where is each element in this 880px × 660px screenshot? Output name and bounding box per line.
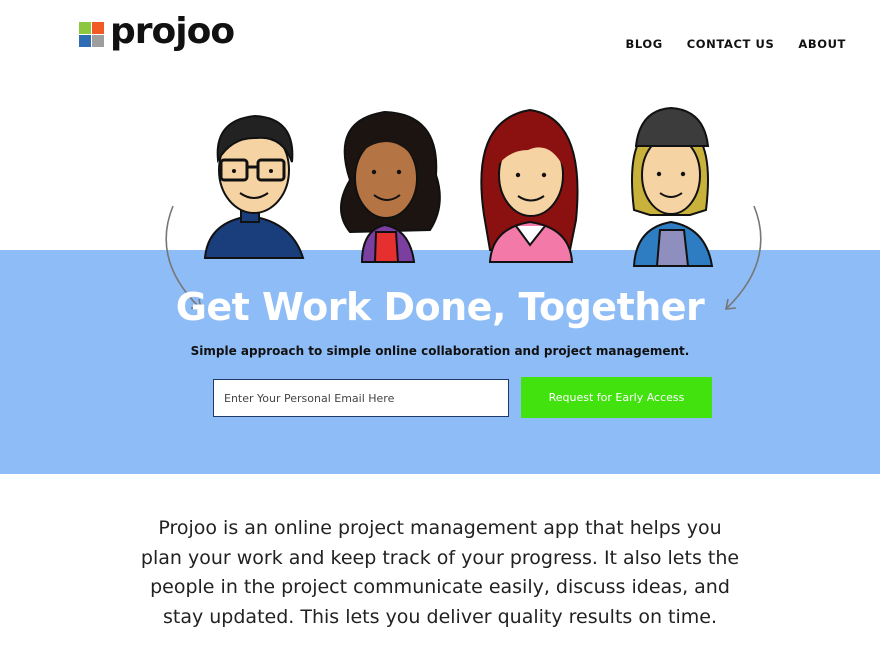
main-nav: BLOG CONTACT US ABOUT — [625, 37, 846, 51]
hero-subtitle: Simple approach to simple online collabo… — [190, 344, 690, 358]
logo-mark-icon — [79, 22, 105, 48]
site-header: projoo BLOG CONTACT US ABOUT — [0, 0, 880, 80]
person-red-hair-illustration — [480, 108, 579, 263]
person-curly-hair-illustration — [340, 110, 441, 263]
person-beanie-illustration — [631, 106, 714, 267]
about-description: Projoo is an online project management a… — [140, 517, 740, 628]
logo[interactable]: projoo — [79, 11, 235, 52]
request-early-access-button[interactable]: Request for Early Access — [521, 377, 712, 418]
nav-contact-us[interactable]: CONTACT US — [687, 37, 775, 51]
person-glasses-illustration — [203, 114, 305, 259]
email-input[interactable] — [213, 379, 509, 417]
hero-title: Get Work Done, Together — [175, 285, 705, 329]
nav-about[interactable]: ABOUT — [798, 37, 846, 51]
nav-blog[interactable]: BLOG — [625, 37, 662, 51]
logo-text: projoo — [110, 11, 235, 52]
